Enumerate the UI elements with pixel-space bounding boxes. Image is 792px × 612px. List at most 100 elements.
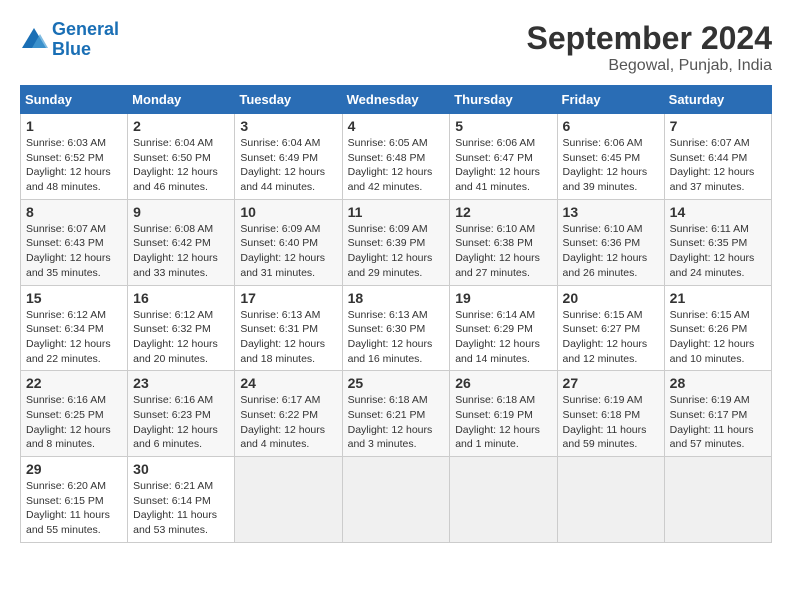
- calendar-day-cell: 13 Sunrise: 6:10 AM Sunset: 6:36 PM Dayl…: [557, 199, 664, 285]
- calendar-day-cell: 7 Sunrise: 6:07 AM Sunset: 6:44 PM Dayli…: [664, 114, 771, 200]
- day-number: 12: [455, 204, 551, 220]
- calendar-week-row: 1 Sunrise: 6:03 AM Sunset: 6:52 PM Dayli…: [21, 114, 772, 200]
- day-info: Sunrise: 6:09 AM Sunset: 6:40 PM Dayligh…: [240, 222, 336, 281]
- day-of-week-header: Monday: [128, 86, 235, 114]
- calendar-day-cell: 23 Sunrise: 6:16 AM Sunset: 6:23 PM Dayl…: [128, 371, 235, 457]
- page-header: General Blue September 2024 Begowal, Pun…: [20, 20, 772, 75]
- calendar-week-row: 29 Sunrise: 6:20 AM Sunset: 6:15 PM Dayl…: [21, 457, 772, 543]
- day-number: 14: [670, 204, 766, 220]
- day-of-week-header: Sunday: [21, 86, 128, 114]
- calendar-day-cell: 24 Sunrise: 6:17 AM Sunset: 6:22 PM Dayl…: [235, 371, 342, 457]
- day-info: Sunrise: 6:06 AM Sunset: 6:47 PM Dayligh…: [455, 136, 551, 195]
- calendar-day-cell: 21 Sunrise: 6:15 AM Sunset: 6:26 PM Dayl…: [664, 285, 771, 371]
- day-info: Sunrise: 6:18 AM Sunset: 6:21 PM Dayligh…: [348, 393, 445, 452]
- day-number: 4: [348, 118, 445, 134]
- day-info: Sunrise: 6:15 AM Sunset: 6:27 PM Dayligh…: [563, 308, 659, 367]
- day-number: 22: [26, 375, 122, 391]
- day-info: Sunrise: 6:10 AM Sunset: 6:36 PM Dayligh…: [563, 222, 659, 281]
- calendar-day-cell: 14 Sunrise: 6:11 AM Sunset: 6:35 PM Dayl…: [664, 199, 771, 285]
- day-info: Sunrise: 6:10 AM Sunset: 6:38 PM Dayligh…: [455, 222, 551, 281]
- calendar-day-cell: 5 Sunrise: 6:06 AM Sunset: 6:47 PM Dayli…: [450, 114, 557, 200]
- day-info: Sunrise: 6:18 AM Sunset: 6:19 PM Dayligh…: [455, 393, 551, 452]
- calendar-day-cell: 15 Sunrise: 6:12 AM Sunset: 6:34 PM Dayl…: [21, 285, 128, 371]
- day-number: 6: [563, 118, 659, 134]
- day-number: 3: [240, 118, 336, 134]
- calendar-day-cell: [557, 457, 664, 543]
- day-of-week-header: Saturday: [664, 86, 771, 114]
- day-number: 26: [455, 375, 551, 391]
- day-number: 13: [563, 204, 659, 220]
- calendar-day-cell: 1 Sunrise: 6:03 AM Sunset: 6:52 PM Dayli…: [21, 114, 128, 200]
- day-info: Sunrise: 6:07 AM Sunset: 6:43 PM Dayligh…: [26, 222, 122, 281]
- calendar-day-cell: 25 Sunrise: 6:18 AM Sunset: 6:21 PM Dayl…: [342, 371, 450, 457]
- calendar-day-cell: [664, 457, 771, 543]
- day-number: 15: [26, 290, 122, 306]
- day-of-week-header: Friday: [557, 86, 664, 114]
- day-number: 9: [133, 204, 229, 220]
- day-info: Sunrise: 6:12 AM Sunset: 6:32 PM Dayligh…: [133, 308, 229, 367]
- calendar-day-cell: 4 Sunrise: 6:05 AM Sunset: 6:48 PM Dayli…: [342, 114, 450, 200]
- day-number: 23: [133, 375, 229, 391]
- day-info: Sunrise: 6:14 AM Sunset: 6:29 PM Dayligh…: [455, 308, 551, 367]
- calendar-day-cell: 26 Sunrise: 6:18 AM Sunset: 6:19 PM Dayl…: [450, 371, 557, 457]
- calendar-week-row: 22 Sunrise: 6:16 AM Sunset: 6:25 PM Dayl…: [21, 371, 772, 457]
- day-info: Sunrise: 6:04 AM Sunset: 6:50 PM Dayligh…: [133, 136, 229, 195]
- day-of-week-header: Wednesday: [342, 86, 450, 114]
- logo-icon: [20, 26, 48, 54]
- calendar-day-cell: 20 Sunrise: 6:15 AM Sunset: 6:27 PM Dayl…: [557, 285, 664, 371]
- logo-text: General Blue: [52, 20, 119, 60]
- day-number: 11: [348, 204, 445, 220]
- calendar-day-cell: 18 Sunrise: 6:13 AM Sunset: 6:30 PM Dayl…: [342, 285, 450, 371]
- day-info: Sunrise: 6:07 AM Sunset: 6:44 PM Dayligh…: [670, 136, 766, 195]
- day-info: Sunrise: 6:19 AM Sunset: 6:18 PM Dayligh…: [563, 393, 659, 452]
- day-number: 18: [348, 290, 445, 306]
- logo: General Blue: [20, 20, 119, 60]
- calendar-day-cell: 11 Sunrise: 6:09 AM Sunset: 6:39 PM Dayl…: [342, 199, 450, 285]
- day-info: Sunrise: 6:13 AM Sunset: 6:30 PM Dayligh…: [348, 308, 445, 367]
- day-info: Sunrise: 6:04 AM Sunset: 6:49 PM Dayligh…: [240, 136, 336, 195]
- month-title: September 2024: [527, 20, 772, 57]
- day-of-week-header: Thursday: [450, 86, 557, 114]
- day-number: 27: [563, 375, 659, 391]
- day-number: 21: [670, 290, 766, 306]
- day-number: 5: [455, 118, 551, 134]
- day-info: Sunrise: 6:05 AM Sunset: 6:48 PM Dayligh…: [348, 136, 445, 195]
- day-number: 17: [240, 290, 336, 306]
- calendar-day-cell: 10 Sunrise: 6:09 AM Sunset: 6:40 PM Dayl…: [235, 199, 342, 285]
- day-info: Sunrise: 6:13 AM Sunset: 6:31 PM Dayligh…: [240, 308, 336, 367]
- day-info: Sunrise: 6:16 AM Sunset: 6:25 PM Dayligh…: [26, 393, 122, 452]
- calendar-day-cell: 3 Sunrise: 6:04 AM Sunset: 6:49 PM Dayli…: [235, 114, 342, 200]
- calendar-day-cell: 19 Sunrise: 6:14 AM Sunset: 6:29 PM Dayl…: [450, 285, 557, 371]
- days-of-week-row: SundayMondayTuesdayWednesdayThursdayFrid…: [21, 86, 772, 114]
- calendar-week-row: 8 Sunrise: 6:07 AM Sunset: 6:43 PM Dayli…: [21, 199, 772, 285]
- calendar-day-cell: [450, 457, 557, 543]
- day-info: Sunrise: 6:12 AM Sunset: 6:34 PM Dayligh…: [26, 308, 122, 367]
- day-info: Sunrise: 6:03 AM Sunset: 6:52 PM Dayligh…: [26, 136, 122, 195]
- day-info: Sunrise: 6:08 AM Sunset: 6:42 PM Dayligh…: [133, 222, 229, 281]
- day-number: 20: [563, 290, 659, 306]
- calendar-day-cell: 6 Sunrise: 6:06 AM Sunset: 6:45 PM Dayli…: [557, 114, 664, 200]
- calendar-day-cell: 22 Sunrise: 6:16 AM Sunset: 6:25 PM Dayl…: [21, 371, 128, 457]
- day-number: 25: [348, 375, 445, 391]
- calendar-day-cell: 8 Sunrise: 6:07 AM Sunset: 6:43 PM Dayli…: [21, 199, 128, 285]
- day-info: Sunrise: 6:20 AM Sunset: 6:15 PM Dayligh…: [26, 479, 122, 538]
- title-block: September 2024 Begowal, Punjab, India: [527, 20, 772, 75]
- day-number: 30: [133, 461, 229, 477]
- day-info: Sunrise: 6:09 AM Sunset: 6:39 PM Dayligh…: [348, 222, 445, 281]
- location-title: Begowal, Punjab, India: [527, 57, 772, 75]
- calendar-day-cell: 9 Sunrise: 6:08 AM Sunset: 6:42 PM Dayli…: [128, 199, 235, 285]
- day-info: Sunrise: 6:11 AM Sunset: 6:35 PM Dayligh…: [670, 222, 766, 281]
- calendar-day-cell: 30 Sunrise: 6:21 AM Sunset: 6:14 PM Dayl…: [128, 457, 235, 543]
- calendar-body: 1 Sunrise: 6:03 AM Sunset: 6:52 PM Dayli…: [21, 114, 772, 543]
- calendar-day-cell: [235, 457, 342, 543]
- day-info: Sunrise: 6:21 AM Sunset: 6:14 PM Dayligh…: [133, 479, 229, 538]
- day-number: 29: [26, 461, 122, 477]
- day-number: 28: [670, 375, 766, 391]
- calendar-day-cell: 29 Sunrise: 6:20 AM Sunset: 6:15 PM Dayl…: [21, 457, 128, 543]
- calendar-day-cell: 17 Sunrise: 6:13 AM Sunset: 6:31 PM Dayl…: [235, 285, 342, 371]
- day-info: Sunrise: 6:19 AM Sunset: 6:17 PM Dayligh…: [670, 393, 766, 452]
- day-number: 16: [133, 290, 229, 306]
- day-number: 1: [26, 118, 122, 134]
- calendar-day-cell: 16 Sunrise: 6:12 AM Sunset: 6:32 PM Dayl…: [128, 285, 235, 371]
- day-info: Sunrise: 6:16 AM Sunset: 6:23 PM Dayligh…: [133, 393, 229, 452]
